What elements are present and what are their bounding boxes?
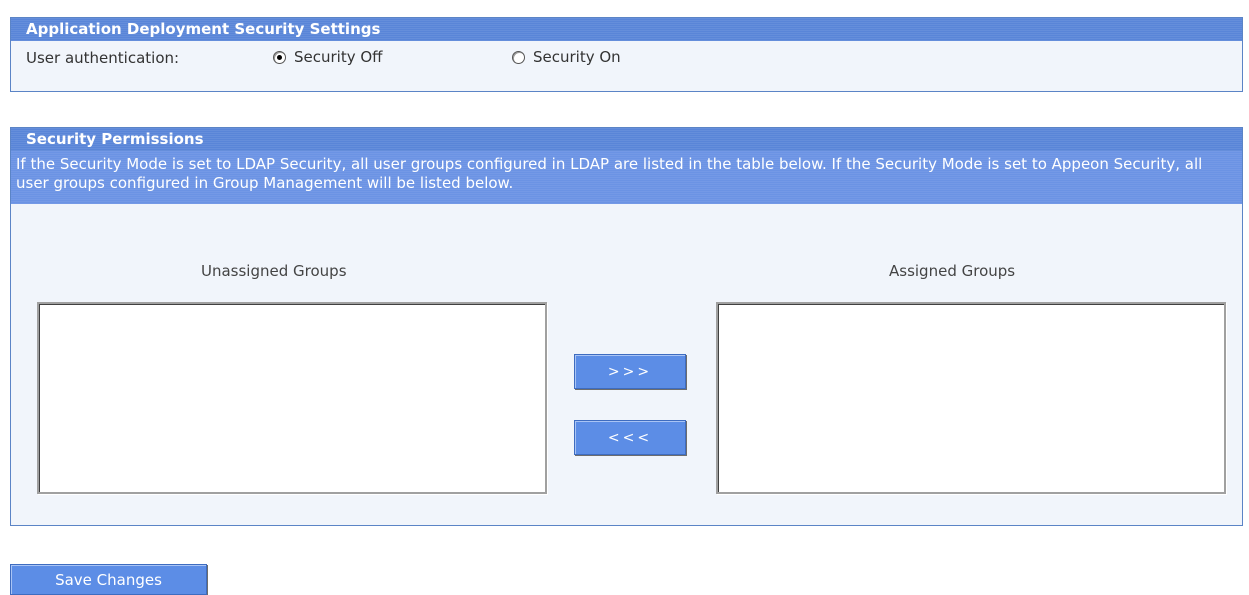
security-on-label: Security On	[533, 48, 621, 66]
security-off-label: Security Off	[294, 48, 383, 66]
unassign-group-button[interactable]: <<<	[574, 420, 686, 455]
assign-group-button[interactable]: >>>	[574, 354, 686, 389]
security-permissions-panel: Security Permissions If the Security Mod…	[10, 127, 1243, 526]
unassigned-groups-label: Unassigned Groups	[201, 262, 347, 280]
security-on-option[interactable]: Security On	[512, 48, 621, 66]
auth-row: User authentication: Security Off Securi…	[11, 41, 1242, 73]
security-off-radio[interactable]	[273, 50, 286, 64]
unassigned-groups-list[interactable]	[37, 302, 547, 494]
security-on-radio[interactable]	[512, 50, 525, 64]
assigned-groups-label: Assigned Groups	[889, 262, 1016, 280]
assigned-groups-list[interactable]	[716, 302, 1226, 494]
security-off-option[interactable]: Security Off	[273, 48, 383, 66]
auth-label: User authentication:	[26, 49, 180, 67]
deployment-panel-title: Application Deployment Security Settings	[11, 18, 1242, 41]
permissions-panel-title: Security Permissions	[11, 128, 1242, 151]
permissions-description: If the Security Mode is set to LDAP Secu…	[11, 151, 1242, 204]
save-changes-button[interactable]: Save Changes	[10, 564, 207, 595]
deployment-security-panel: Application Deployment Security Settings…	[10, 17, 1243, 92]
